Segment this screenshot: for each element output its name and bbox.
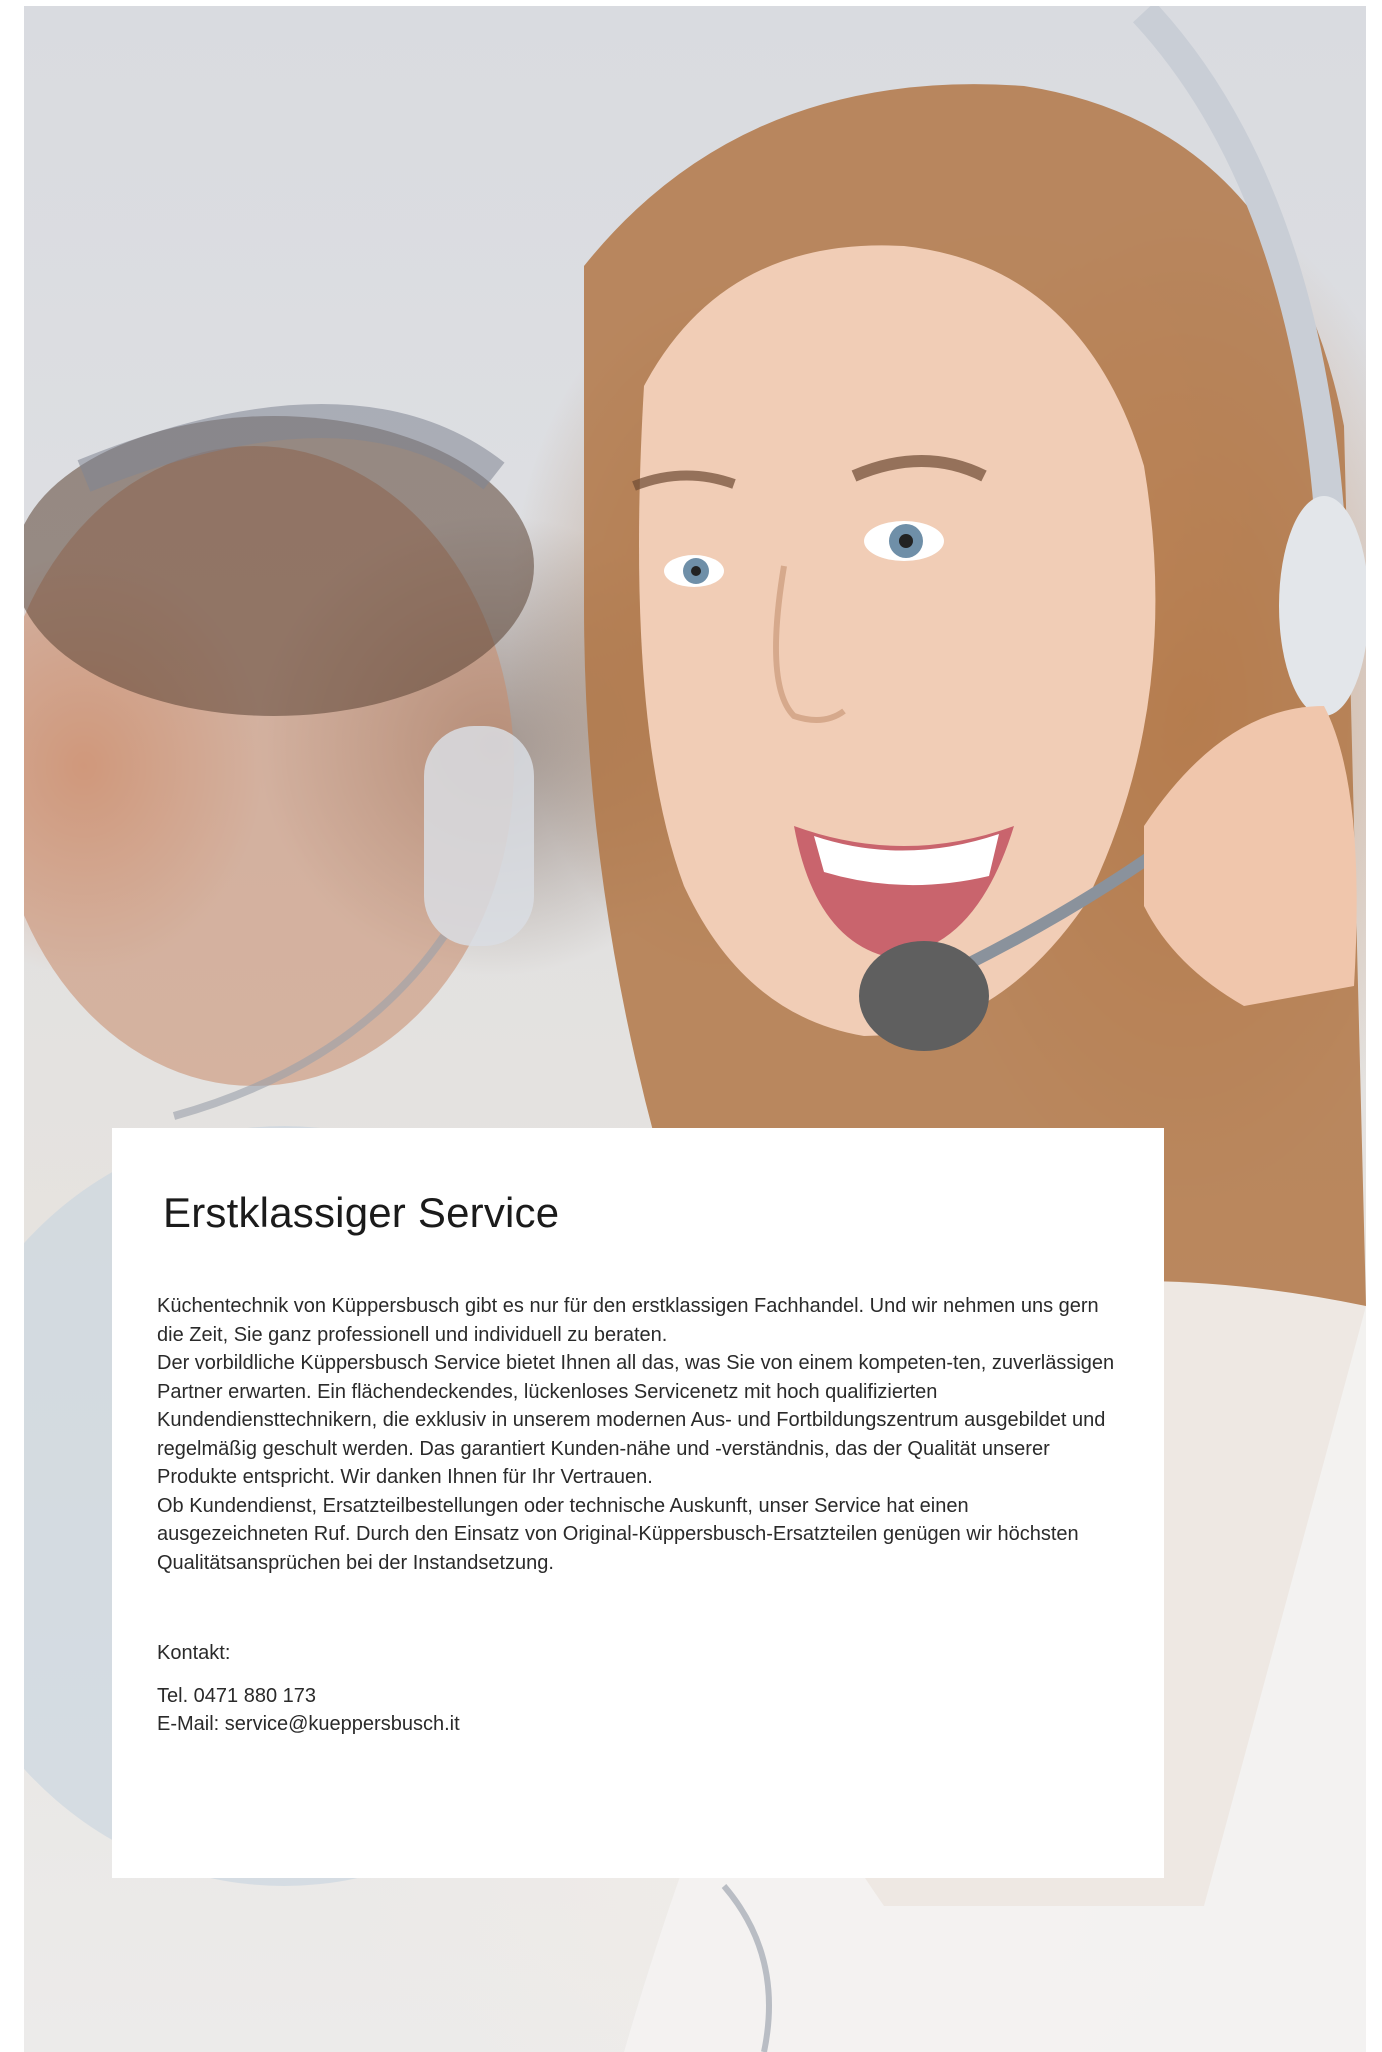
contact-email[interactable]: E-Mail: service@kueppersbusch.it	[157, 1710, 1164, 1739]
paragraph-service-network: Der vorbildliche Küppersbusch Service bi…	[157, 1352, 1115, 1488]
contact-phone[interactable]: Tel. 0471 880 173	[157, 1682, 1164, 1711]
page: Erstklassiger Service Küchentechnik von …	[0, 0, 1382, 2052]
paragraph-intro: Küchentechnik von Küppersbusch gibt es n…	[157, 1295, 1099, 1346]
article-body: Küchentechnik von Küppersbusch gibt es n…	[157, 1292, 1117, 1577]
paragraph-spare-parts: Ob Kundendienst, Ersatzteilbestellungen …	[157, 1494, 1079, 1574]
contact-block: Kontakt: Tel. 0471 880 173 E-Mail: servi…	[157, 1639, 1164, 1739]
contact-label: Kontakt:	[157, 1642, 231, 1664]
page-title: Erstklassiger Service	[163, 1189, 560, 1236]
service-info-card: Erstklassiger Service Küchentechnik von …	[112, 1128, 1164, 1878]
